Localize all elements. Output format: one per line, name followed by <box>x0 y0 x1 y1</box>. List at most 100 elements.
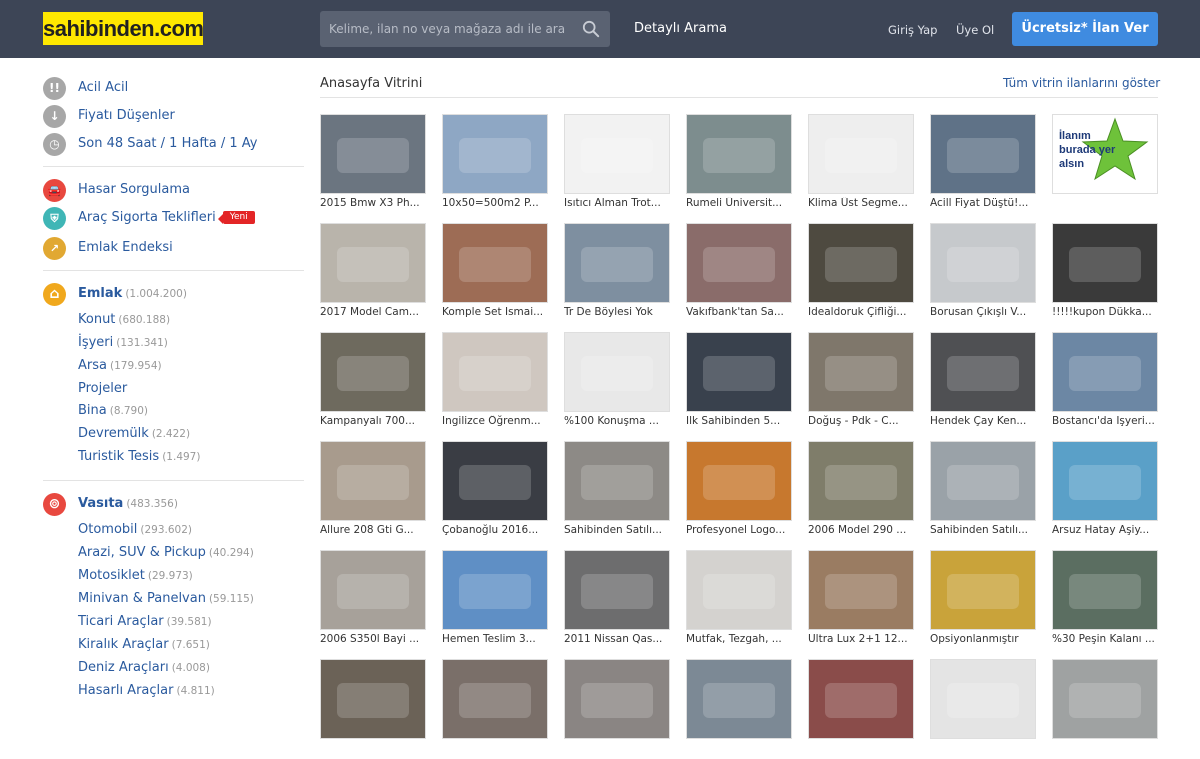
register-link[interactable]: Üye Ol <box>956 23 994 37</box>
listing-card[interactable]: 2006 Model 290 ... <box>808 441 914 541</box>
listing-thumbnail <box>442 114 548 194</box>
listing-card[interactable]: %30 Peşin Kalanı ... <box>1052 550 1158 650</box>
quick-link-label: Son 48 Saat / 1 Hafta / 1 Ay <box>78 136 258 151</box>
listing-card[interactable]: Ultra Lux 2+1 12... <box>808 550 914 650</box>
listing-card[interactable]: Mutfak, Tezgah, ... <box>686 550 792 650</box>
photo-highlight <box>336 247 410 283</box>
listing-thumbnail <box>442 441 548 521</box>
subcategory-link[interactable]: Motosiklet (29.973) <box>78 568 193 583</box>
search-input[interactable] <box>320 11 572 47</box>
subcategory-link[interactable]: Otomobil (293.602) <box>78 522 192 537</box>
listing-card[interactable]: Acill Fiyat Düştü!... <box>930 114 1036 214</box>
subcategory-link[interactable]: Arsa (179.954) <box>78 358 162 373</box>
photo-highlight <box>1068 683 1142 719</box>
listing-card[interactable]: Borusan Çıkışlı V... <box>930 223 1036 323</box>
show-all-showcase-link[interactable]: Tüm vitrin ilanlarını göster <box>1003 76 1160 90</box>
subcategory-count: (7.651) <box>171 639 210 651</box>
listing-title: Ilk Sahibinden 5... <box>686 415 781 427</box>
listing-card[interactable] <box>808 659 914 759</box>
subcategory-count: (40.294) <box>208 547 254 559</box>
category-emlak[interactable]: ⌂ Emlak (1.004.200) <box>43 283 304 307</box>
quick-link[interactable]: !! Acil Acil <box>43 77 304 101</box>
listing-card[interactable]: Vakıfbank'tan Sa... <box>686 223 792 323</box>
subcategory-label: Projeler <box>78 381 128 396</box>
subcategory-label: Kiralık Araçlar <box>78 637 169 652</box>
category-vasita[interactable]: ⊚ Vasıta (483.356) <box>43 493 304 517</box>
listing-card[interactable]: Profesyonel Logo... <box>686 441 792 541</box>
listing-card[interactable] <box>442 659 548 759</box>
category-title: Emlak (1.004.200) <box>78 286 187 301</box>
listing-thumbnail <box>808 114 914 194</box>
subcategory-link[interactable]: Bina (8.790) <box>78 403 148 418</box>
tool-link[interactable]: 🚘 Hasar Sorgulama <box>43 179 304 203</box>
subcategory-link[interactable]: Konut (680.188) <box>78 312 170 327</box>
listing-card[interactable]: Çobanoğlu 2016... <box>442 441 548 541</box>
listing-card[interactable]: Idealdoruk Çifliği... <box>808 223 914 323</box>
listing-card[interactable]: Sahibinden Satılı... <box>930 441 1036 541</box>
listing-card[interactable] <box>1052 659 1158 759</box>
listing-card[interactable]: 2017 Model Cam... <box>320 223 426 323</box>
listing-card[interactable]: Ingilizce Öğrenm... <box>442 332 548 432</box>
listing-card[interactable]: 2006 S350l Bayi ... <box>320 550 426 650</box>
listing-card[interactable]: 2015 Bmw X3 Ph... <box>320 114 426 214</box>
post-ad-button[interactable]: Ücretsiz* İlan Ver <box>1012 12 1158 46</box>
listing-thumbnail <box>686 114 792 194</box>
listing-thumbnail <box>808 659 914 739</box>
listing-card[interactable]: 10x50=500m2 P... <box>442 114 548 214</box>
subcategory-link[interactable]: Minivan & Panelvan (59.115) <box>78 591 254 606</box>
subcategory-link[interactable]: Ticari Araçlar (39.581) <box>78 614 212 629</box>
subcategory-label: Motosiklet <box>78 568 145 583</box>
photo-highlight <box>580 465 654 501</box>
listing-card[interactable]: Rumeli Üniversit... <box>686 114 792 214</box>
subcategory-link[interactable]: Deniz Araçları (4.008) <box>78 660 210 675</box>
tool-link[interactable]: ↗ Emlak Endeksi <box>43 237 304 261</box>
listing-card[interactable]: Ilk Sahibinden 5... <box>686 332 792 432</box>
subcategory-link[interactable]: Turistik Tesis (1.497) <box>78 449 200 464</box>
listing-card[interactable]: Doğuş - Pdk - C... <box>808 332 914 432</box>
photo-highlight <box>946 356 1020 392</box>
site-logo[interactable]: sahibinden.com <box>43 12 204 45</box>
subcategory-link[interactable]: Arazi, SUV & Pickup (40.294) <box>78 545 254 560</box>
listing-card[interactable]: %100 Konuşma ... <box>564 332 670 432</box>
photo-highlight <box>458 683 532 719</box>
listing-card[interactable] <box>930 659 1036 759</box>
subcategory-link[interactable]: İşyeri (131.341) <box>78 335 168 350</box>
subcategory-link[interactable]: Projeler <box>78 381 130 396</box>
listing-title: Sahibinden Satılı... <box>564 524 663 536</box>
listing-card[interactable]: Kampanyalı 700... <box>320 332 426 432</box>
listing-card[interactable]: Sahibinden Satılı... <box>564 441 670 541</box>
listing-card[interactable]: Arsuz Hatay Aşiy... <box>1052 441 1158 541</box>
listing-card[interactable]: Opsiyonlanmıştır <box>930 550 1036 650</box>
detailed-search-link[interactable]: Detaylı Arama <box>634 21 727 36</box>
subcategory-label: İşyeri <box>78 335 114 350</box>
listing-card[interactable]: Allure 208 Gti G... <box>320 441 426 541</box>
listing-card[interactable] <box>320 659 426 759</box>
listing-card[interactable]: !!!!!kupon Dükka... <box>1052 223 1158 323</box>
quick-link[interactable]: ↓ Fiyatı Düşenler <box>43 105 304 129</box>
listing-title: 10x50=500m2 P... <box>442 197 539 209</box>
category-title: Vasıta (483.356) <box>78 496 178 511</box>
advertise-here-tile[interactable]: İlanım burada yer alsın <box>1052 114 1158 214</box>
search-icon[interactable] <box>582 20 600 38</box>
listing-card[interactable]: Bostancı'da Işyeri... <box>1052 332 1158 432</box>
quick-link[interactable]: ◷ Son 48 Saat / 1 Hafta / 1 Ay <box>43 133 304 157</box>
listing-card[interactable]: Komple Set Ismai... <box>442 223 548 323</box>
subcategory-link[interactable]: Kiralık Araçlar (7.651) <box>78 637 210 652</box>
subcategory-count: (131.341) <box>116 337 168 349</box>
listing-card[interactable]: Hemen Teslim 3... <box>442 550 548 650</box>
listing-card[interactable]: Klima Üst Segme... <box>808 114 914 214</box>
photo-highlight <box>946 574 1020 610</box>
subcategory-count: (4.811) <box>176 685 215 697</box>
subcategory-link[interactable]: Hasarlı Araçlar (4.811) <box>78 683 215 698</box>
tool-link[interactable]: ⛨ Araç Sigorta Teklifleri Yeni <box>43 207 304 231</box>
listing-card[interactable]: Tr De Böylesi Yok <box>564 223 670 323</box>
listing-card[interactable] <box>686 659 792 759</box>
listing-card[interactable] <box>564 659 670 759</box>
listing-card[interactable]: Hendek Çay Ken... <box>930 332 1036 432</box>
listing-title: Arsuz Hatay Aşiy... <box>1052 524 1150 536</box>
photo-highlight <box>458 247 532 283</box>
listing-card[interactable]: Isıtıcı Alman Trot... <box>564 114 670 214</box>
login-link[interactable]: Giriş Yap <box>888 23 937 37</box>
subcategory-link[interactable]: Devremülk (2.422) <box>78 426 190 441</box>
listing-card[interactable]: 2011 Nissan Qas... <box>564 550 670 650</box>
